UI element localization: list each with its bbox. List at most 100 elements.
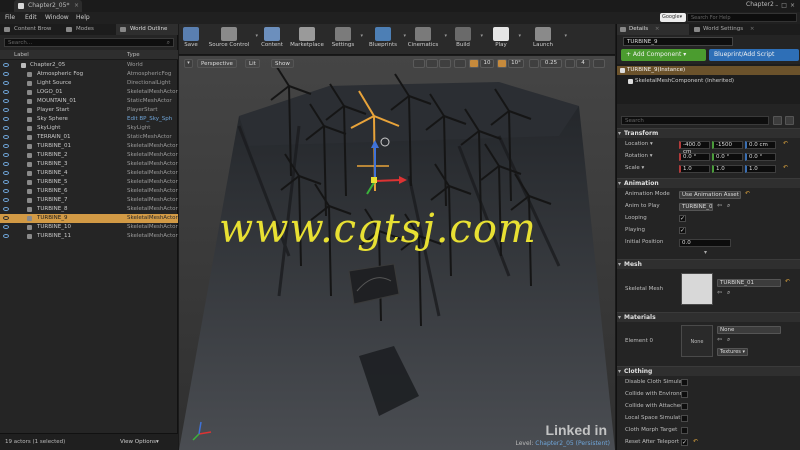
visibility-eye-icon[interactable] [3,180,9,184]
rotation-label[interactable]: Rotation ▾ [625,153,653,159]
outliner-row[interactable]: TURBINE_3 SkeletalMeshActor [0,160,178,169]
playing-checkbox[interactable]: ✓ [679,227,686,234]
clothing-option-checkbox[interactable] [681,427,688,434]
viewport-options-dropdown[interactable]: ▾ [184,59,193,68]
lit-button[interactable]: Lit [245,59,260,68]
outliner-row[interactable]: Atmospheric Fog AtmosphericFog [0,70,178,79]
location-x-input[interactable]: -400.0 cm [679,141,710,155]
browse-mesh-icon[interactable]: ⌕ [727,290,733,296]
clothing-option-checkbox[interactable] [681,379,688,386]
view-options-button[interactable]: View Options▾ [120,439,159,445]
visibility-eye-icon[interactable] [3,162,9,166]
chevron-down-icon[interactable]: ▾ [564,33,567,39]
use-selected-icon[interactable]: ⇦ [717,203,723,209]
scale-snap-icon[interactable] [529,59,539,68]
rotation-y-input[interactable]: 0.0 ° [712,153,743,161]
camera-speed-value[interactable]: 4 [576,59,590,68]
initial-position-input[interactable]: 0.0 [679,239,731,247]
reset-location-icon[interactable]: ↶ [783,140,788,147]
visibility-eye-icon[interactable] [3,225,9,229]
outliner-search-input[interactable]: Search... ⌕ [4,38,174,47]
reset-scale-icon[interactable]: ↶ [783,164,788,171]
blueprint-add-script-button[interactable]: Blueprint/Add Script [709,49,799,61]
textures-dropdown[interactable]: Textures ▾ [717,348,749,356]
column-type[interactable]: Type [127,52,140,58]
visibility-eye-icon[interactable] [3,171,9,175]
rotate-mode-icon[interactable] [426,59,438,68]
visibility-eye-icon[interactable] [3,198,9,202]
chevron-down-icon[interactable]: ▾ [360,33,363,39]
expand-more-icon[interactable]: ▾ [704,249,707,256]
component-root[interactable]: TURBINE_9(Instance) [617,66,800,75]
outliner-row[interactable]: SkyLight SkyLight [0,124,178,133]
visibility-eye-icon[interactable] [3,153,9,157]
visibility-eye-icon[interactable] [3,108,9,112]
outliner-row[interactable]: Light Source DirectionalLight [0,79,178,88]
grid-snap-value[interactable]: 10 [480,59,494,68]
section-animation[interactable]: Animation [617,178,800,188]
visibility-eye-icon[interactable] [3,99,9,103]
outliner-row[interactable]: TURBINE_6 SkeletalMeshActor [0,187,178,196]
outliner-row[interactable]: MOUNTAIN_01 StaticMeshActor [0,97,178,106]
maximize-viewport-icon[interactable] [593,59,605,68]
section-transform[interactable]: Transform [617,128,800,138]
clothing-option-checkbox[interactable]: ✓ [681,439,688,446]
play-button[interactable]: Play ▾ [487,25,521,54]
outliner-row[interactable]: Sky Sphere Edit BP_Sky_Sph [0,115,178,124]
location-label[interactable]: Location ▾ [625,141,653,147]
anim-to-play-dropdown[interactable]: TURBINE_0 [679,203,713,211]
location-y-input[interactable]: -1500 [712,141,743,149]
material-thumbnail[interactable]: None [681,325,713,357]
menu-help[interactable]: Help [76,14,90,21]
clothing-option-checkbox[interactable] [681,391,688,398]
outliner-row[interactable]: TURBINE_2 SkeletalMeshActor [0,151,178,160]
browse-material-icon[interactable]: ⌕ [727,337,733,343]
menu-file[interactable]: File [5,14,15,21]
launch-button[interactable]: Launch ▾ [525,25,567,54]
skeletal-mesh-dropdown[interactable]: TURBINE_01 [717,279,781,287]
outliner-row[interactable]: Player Start PlayerStart [0,106,178,115]
rotation-snap-value[interactable]: 10° [508,59,524,68]
outliner-row[interactable]: TURBINE_01 SkeletalMeshActor [0,142,178,151]
tab-modes[interactable]: Modes [62,24,116,35]
chevron-down-icon[interactable]: ▾ [518,33,521,39]
close-tab-icon[interactable]: × [750,26,755,32]
reset-mesh-icon[interactable]: ↶ [785,278,790,285]
scale-mode-icon[interactable] [439,59,451,68]
search-provider-dropdown[interactable]: Google▾ [660,13,686,22]
tab-world-outliner[interactable]: World Outline [116,24,178,35]
menu-edit[interactable]: Edit [25,14,37,21]
show-button[interactable]: Show [271,59,294,68]
animation-mode-dropdown[interactable]: Use Animation Asset [679,191,741,199]
reset-anim-mode-icon[interactable]: ↶ [745,190,750,197]
tab-details[interactable]: Details × [617,24,689,35]
scale-z-input[interactable]: 1.0 [745,165,776,173]
clothing-option-checkbox[interactable] [681,403,688,410]
window-controls[interactable]: –□× [775,2,798,9]
tab-content-browser[interactable]: Content Brow [0,24,62,35]
view-options-icon[interactable] [785,116,794,125]
content-button[interactable]: Content [259,25,285,54]
outliner-row-type[interactable]: Edit BP_Sky_Sph [127,116,172,122]
build-button[interactable]: Build ▾ [449,25,483,54]
looping-checkbox[interactable]: ✓ [679,215,686,222]
outliner-row[interactable]: LOGO_01 SkeletalMeshActor [0,88,178,97]
settings-button[interactable]: Settings ▾ [329,25,363,54]
level-viewport[interactable]: ▾ Perspective Lit Show 10 10° 0.25 4 www… [179,56,615,450]
grid-snap-icon[interactable] [469,59,479,68]
outliner-row[interactable]: TURBINE_5 SkeletalMeshActor [0,178,178,187]
perspective-button[interactable]: Perspective [197,59,237,68]
world-space-icon[interactable] [454,59,466,68]
property-matrix-icon[interactable] [773,116,782,125]
visibility-eye-icon[interactable] [3,135,9,139]
visibility-eye-icon[interactable] [3,144,9,148]
outliner-row[interactable]: TURBINE_4 SkeletalMeshActor [0,169,178,178]
rotation-z-input[interactable]: 0.0 ° [745,153,776,161]
close-tab-icon[interactable]: × [655,26,660,32]
visibility-eye-icon[interactable] [3,126,9,130]
use-selected-material-icon[interactable]: ⇦ [717,337,723,343]
visibility-eye-icon[interactable] [3,216,9,220]
reset-clothing-icon[interactable]: ↶ [693,438,698,445]
rotation-snap-icon[interactable] [497,59,507,68]
clothing-option-checkbox[interactable] [681,415,688,422]
